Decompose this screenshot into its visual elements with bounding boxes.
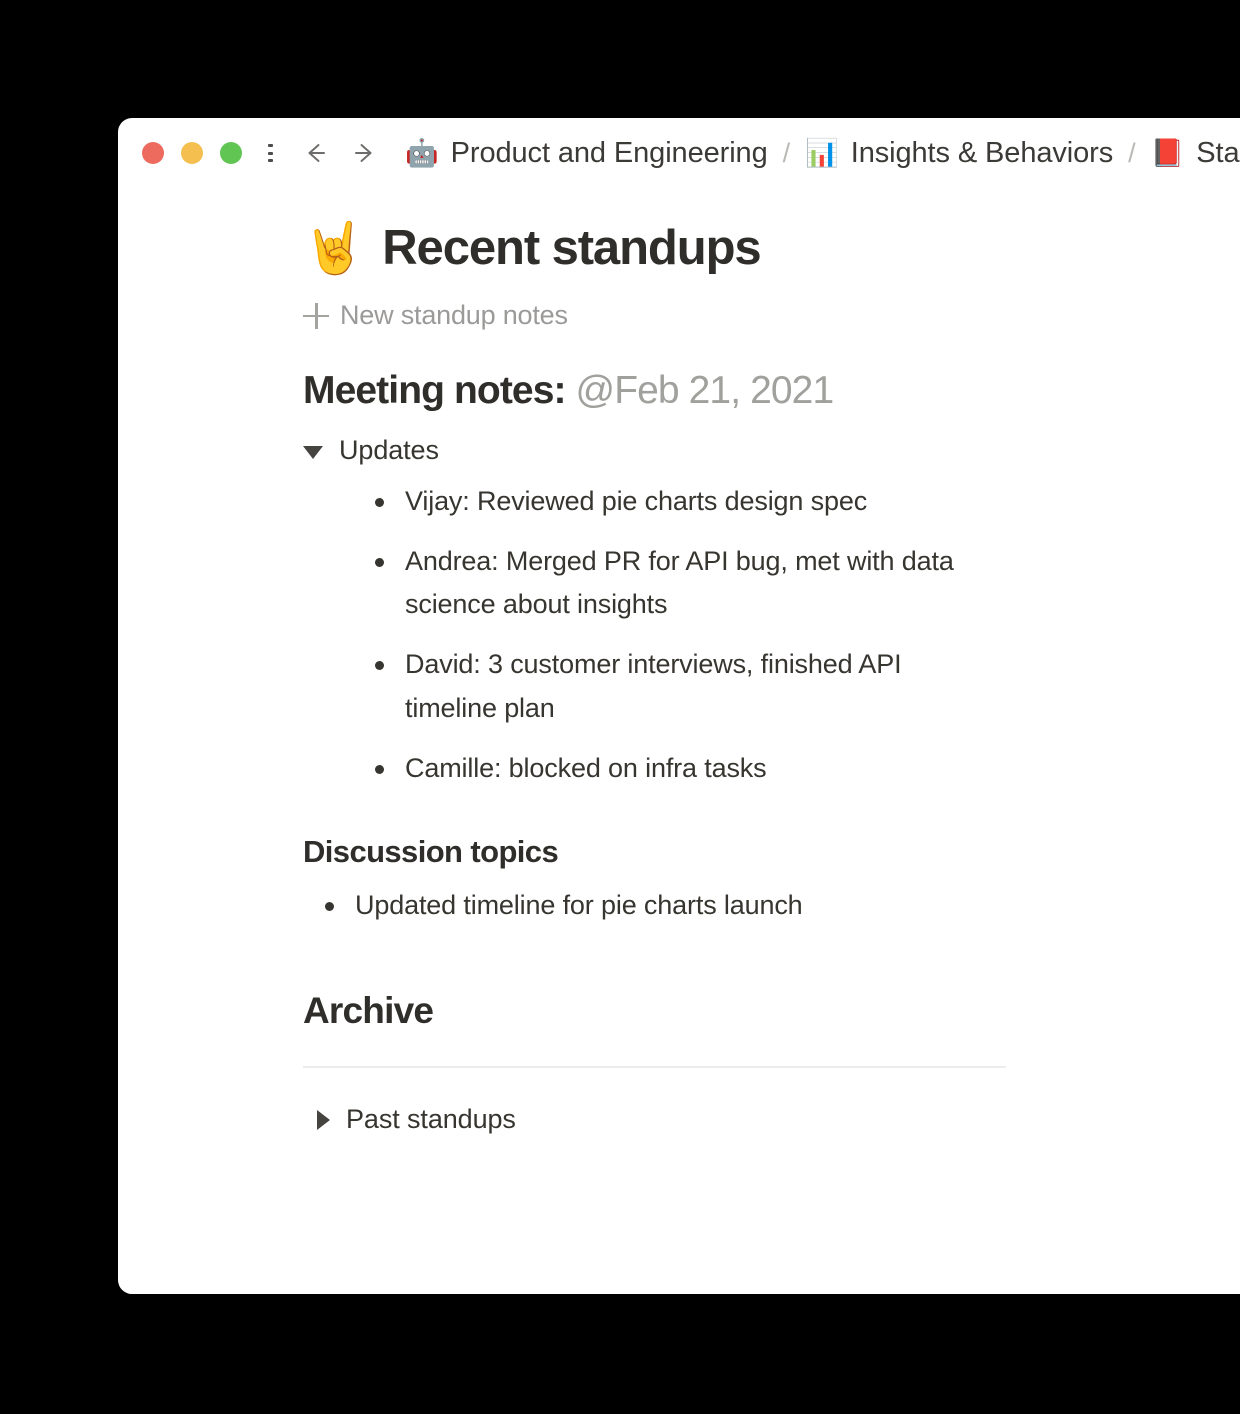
traffic-light-group	[142, 142, 242, 164]
screenshot-backdrop: 🤖 Product and Engineering / 📊 Insights &…	[0, 0, 1240, 1414]
document-body: 🤘 Recent standups New standup notes Meet…	[118, 188, 1240, 1135]
hamburger-line	[268, 151, 274, 155]
triangle-right-icon[interactable]	[317, 1109, 330, 1130]
hamburger-line	[268, 144, 274, 147]
past-standups-toggle[interactable]: Past standups	[317, 1104, 1240, 1135]
list-item[interactable]: Camille: blocked on infra tasks	[375, 747, 965, 791]
list-item[interactable]: Updated timeline for pie charts launch	[325, 884, 945, 928]
meeting-notes-date-mention[interactable]: @Feb 21, 2021	[576, 369, 835, 412]
meeting-notes-label: Meeting notes:	[303, 369, 566, 412]
list-item[interactable]: Vijay: Reviewed pie charts design spec	[375, 480, 965, 524]
past-standups-toggle-label: Past standups	[346, 1104, 516, 1135]
discussion-topics-heading: Discussion topics	[303, 834, 559, 870]
updates-toggle-label: Updates	[339, 435, 439, 465]
page-title-text[interactable]: Recent standups	[382, 220, 761, 276]
breadcrumb-item-label: Standups	[1196, 136, 1240, 169]
navigation-arrows	[299, 137, 381, 169]
new-standup-notes-label: New standup notes	[340, 300, 568, 330]
arrow-left-icon[interactable]	[299, 137, 331, 169]
window-titlebar: 🤖 Product and Engineering / 📊 Insights &…	[118, 118, 1240, 188]
maximize-window-button[interactable]	[220, 142, 242, 164]
app-window: 🤖 Product and Engineering / 📊 Insights &…	[118, 118, 1240, 1294]
breadcrumb-item-label: Insights & Behaviors	[850, 136, 1114, 169]
arrow-right-icon[interactable]	[349, 137, 381, 169]
sign-of-the-horns-emoji[interactable]: 🤘	[303, 223, 365, 273]
breadcrumb: 🤖 Product and Engineering / 📊 Insights &…	[405, 137, 1240, 170]
updates-bullet-list: Vijay: Reviewed pie charts design spec A…	[375, 480, 965, 790]
page-title: 🤘 Recent standups	[303, 220, 1240, 276]
close-window-button[interactable]	[142, 142, 164, 164]
minimize-window-button[interactable]	[181, 142, 203, 164]
triangle-down-icon[interactable]	[303, 446, 323, 459]
list-item[interactable]: David: 3 customer interviews, finished A…	[375, 643, 965, 730]
closed-book-emoji: 📕	[1150, 137, 1185, 169]
section-divider	[303, 1066, 1006, 1069]
breadcrumb-separator: /	[782, 137, 791, 168]
discussion-topics-bullet-list: Updated timeline for pie charts launch	[325, 884, 945, 928]
breadcrumb-item-standups[interactable]: 📕 Standups	[1151, 137, 1240, 170]
breadcrumb-item-insights-and-behaviors[interactable]: 📊 Insights & Behaviors	[805, 137, 1113, 170]
hamburger-menu-icon[interactable]	[268, 142, 274, 164]
bar-chart-emoji: 📊	[805, 137, 839, 169]
breadcrumb-item-label: Product and Engineering	[450, 136, 768, 169]
breadcrumb-item-product-and-engineering[interactable]: 🤖 Product and Engineering	[405, 137, 768, 170]
new-standup-notes-button[interactable]: New standup notes	[303, 300, 1240, 331]
robot-emoji: 🤖	[405, 137, 439, 169]
hamburger-line	[268, 159, 274, 162]
plus-icon	[303, 302, 329, 329]
breadcrumb-separator: /	[1128, 137, 1136, 168]
updates-toggle[interactable]: Updates	[303, 435, 1240, 466]
archive-heading: Archive	[303, 990, 434, 1032]
list-item[interactable]: Andrea: Merged PR for API bug, met with …	[375, 540, 965, 627]
meeting-notes-heading: Meeting notes: @Feb 21, 2021	[303, 369, 1240, 413]
